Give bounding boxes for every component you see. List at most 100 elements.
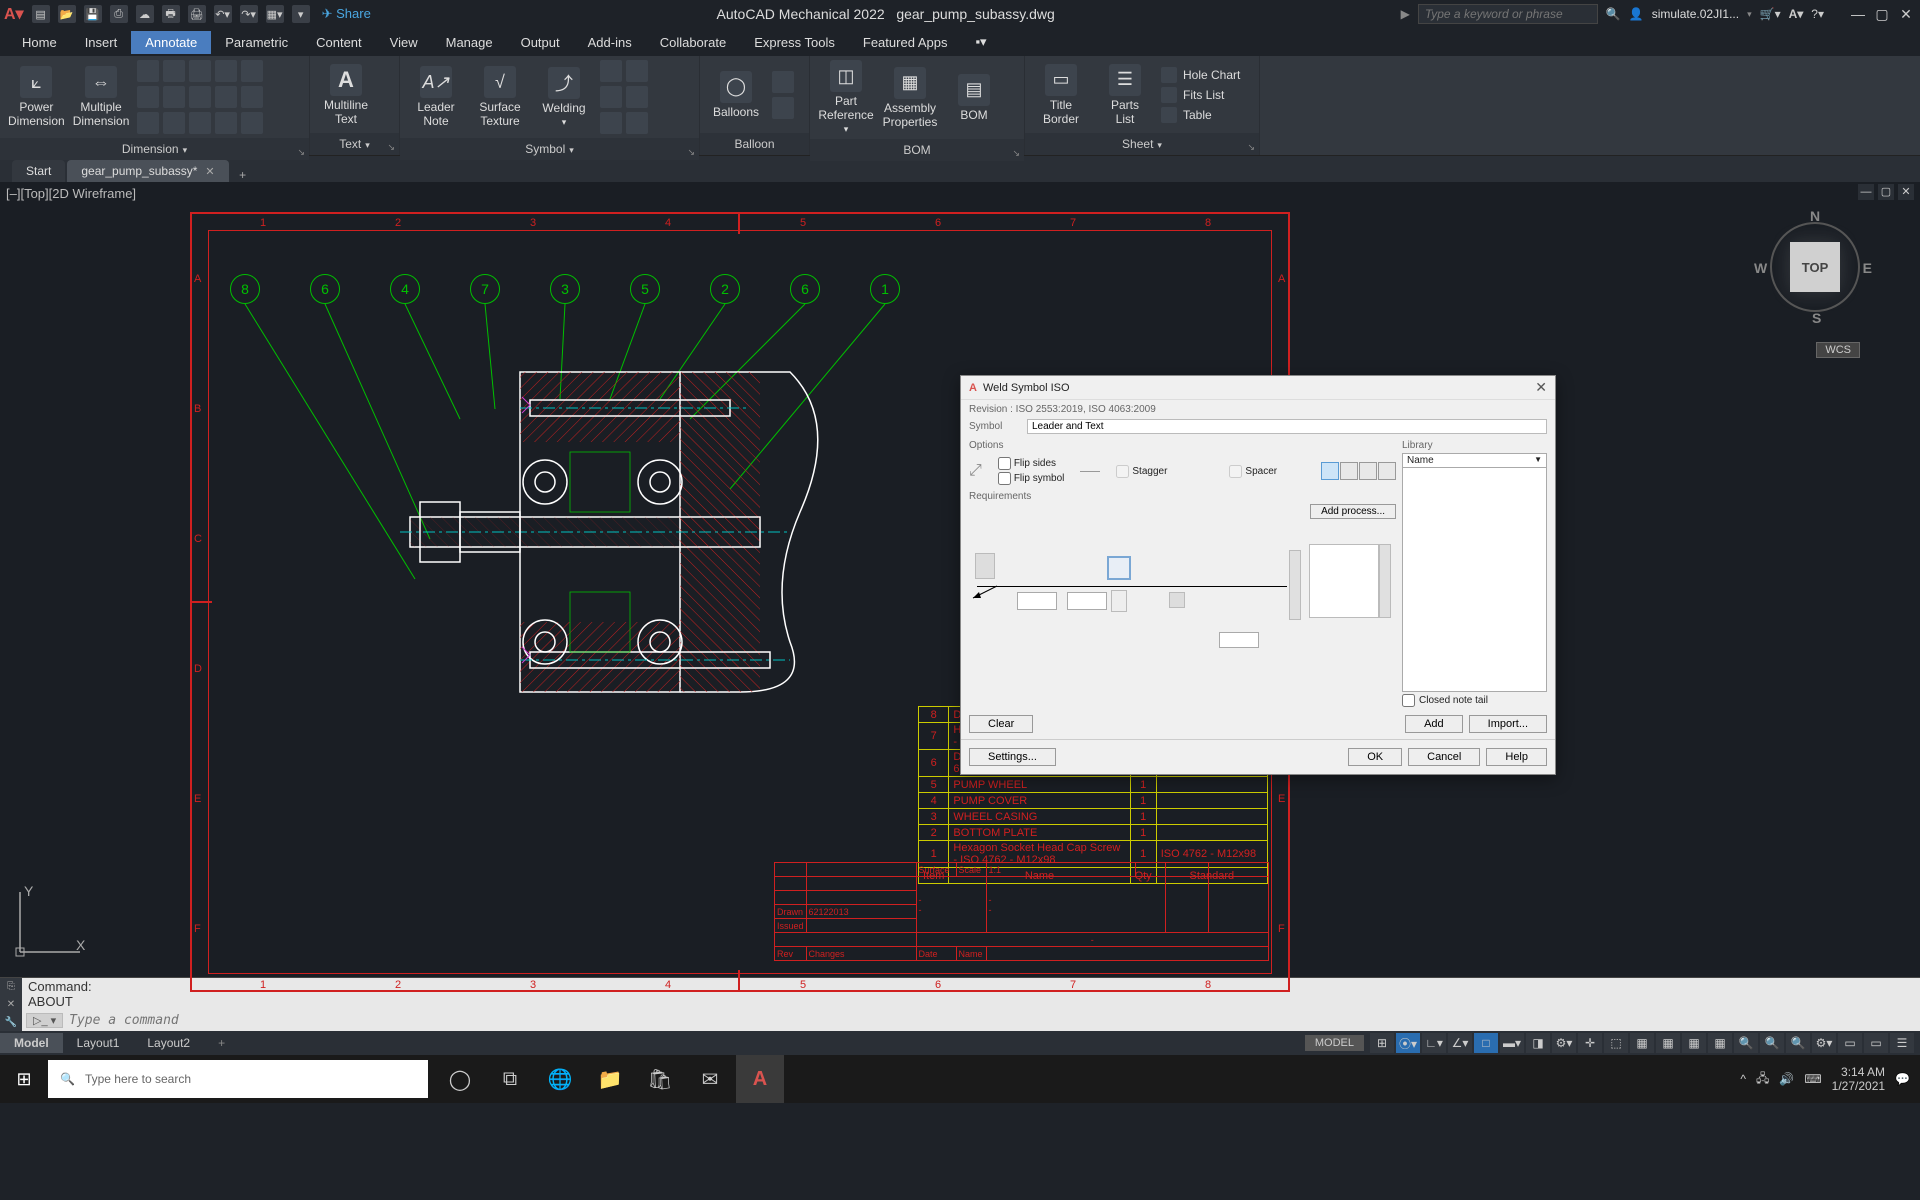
viewcube[interactable]: N S E W TOP <box>1750 202 1880 332</box>
panel-title-text[interactable]: Text <box>339 137 370 151</box>
panel-title-bom[interactable]: BOM <box>903 143 930 157</box>
ident-icon[interactable] <box>1359 462 1377 480</box>
infocenter-play-icon[interactable]: ▶ <box>1401 7 1410 21</box>
dim-tool-icon[interactable] <box>215 112 237 134</box>
tab-featuredapps[interactable]: Featured Apps <box>849 31 962 54</box>
vp-close-icon[interactable]: ✕ <box>1898 184 1914 200</box>
balloon-item[interactable]: 1 <box>870 274 900 304</box>
balloon-item[interactable]: 7 <box>470 274 500 304</box>
qat-save-icon[interactable]: 💾 <box>84 5 102 23</box>
symbol-tool-icon[interactable] <box>600 86 622 108</box>
tray-network-icon[interactable]: 🖧 <box>1756 1069 1769 1090</box>
qat-print-icon[interactable]: 🖨 <box>188 5 206 23</box>
symbol-tool-icon[interactable] <box>626 60 648 82</box>
edge-icon[interactable]: 🌐 <box>536 1055 584 1103</box>
add-button[interactable]: Add <box>1405 715 1463 733</box>
infocenter-search-input[interactable] <box>1418 4 1598 24</box>
status-annovis-icon[interactable]: 🔍 <box>1786 1033 1810 1053</box>
stagger-checkbox[interactable]: Stagger <box>1116 465 1167 478</box>
mail-icon[interactable]: ✉ <box>686 1055 734 1103</box>
dim-tool-icon[interactable] <box>163 60 185 82</box>
multiline-text-button[interactable]: AMultiline Text <box>318 64 374 126</box>
cortana-icon[interactable]: ◯ <box>436 1055 484 1103</box>
panel-launcher-icon[interactable]: ↘ <box>297 141 305 163</box>
panel-launcher-icon[interactable]: ↘ <box>1012 142 1020 164</box>
doctab-file[interactable]: gear_pump_subassy*✕ <box>67 160 228 182</box>
power-dimension-button[interactable]: ⟀Power Dimension <box>8 66 65 128</box>
balloon-item[interactable]: 3 <box>550 274 580 304</box>
symbol-tool-icon[interactable] <box>626 86 648 108</box>
tray-volume-icon[interactable]: 🔊 <box>1779 1072 1794 1086</box>
part-reference-button[interactable]: ◫Part Reference▾ <box>818 60 874 135</box>
status-model-badge[interactable]: MODEL <box>1305 1035 1364 1051</box>
panel-launcher-icon[interactable]: ↘ <box>387 136 395 158</box>
bom-button[interactable]: ▤BOM <box>946 74 1002 122</box>
status-workspace-icon[interactable]: ⚙▾ <box>1812 1033 1836 1053</box>
qat-web-icon[interactable]: ☁ <box>136 5 154 23</box>
cmd-close-icon[interactable]: ✕ <box>7 999 15 1010</box>
ident-icon[interactable] <box>1340 462 1358 480</box>
status-transparency-icon[interactable]: ◨ <box>1526 1033 1550 1053</box>
tab-expresstools[interactable]: Express Tools <box>740 31 849 54</box>
weld-symbol-slot[interactable] <box>1107 556 1131 580</box>
status-tile2-icon[interactable]: ▦ <box>1656 1033 1680 1053</box>
help-button[interactable]: Help <box>1486 748 1547 766</box>
tab-collaborate[interactable]: Collaborate <box>646 31 741 54</box>
vp-minimize-icon[interactable]: — <box>1858 184 1874 200</box>
flip-sides-checkbox[interactable]: Flip sides <box>998 457 1065 470</box>
account-name[interactable]: simulate.02JI1... <box>1652 7 1739 21</box>
spacer-checkbox[interactable]: Spacer <box>1229 465 1277 478</box>
symbol-tool-icon[interactable] <box>626 112 648 134</box>
cmd-customize-icon[interactable]: 🔧 <box>5 1017 17 1028</box>
req-scrollbar[interactable] <box>1289 550 1301 620</box>
dialog-close-icon[interactable]: ✕ <box>1535 379 1547 396</box>
import-button[interactable]: Import... <box>1469 715 1547 733</box>
dim-tool-icon[interactable] <box>189 86 211 108</box>
ident-icon[interactable] <box>1378 462 1396 480</box>
tab-content[interactable]: Content <box>302 31 376 54</box>
explorer-icon[interactable]: 📁 <box>586 1055 634 1103</box>
status-tile-icon[interactable]: ▦ <box>1630 1033 1654 1053</box>
search-icon[interactable]: 🔍 <box>1606 7 1621 21</box>
dim-tool-icon[interactable] <box>215 60 237 82</box>
multiple-dimension-button[interactable]: ⇔Multiple Dimension <box>73 66 130 128</box>
status-clean-icon[interactable]: ▭ <box>1864 1033 1888 1053</box>
panel-launcher-icon[interactable]: ↘ <box>1247 136 1255 158</box>
dim-tool-icon[interactable] <box>189 60 211 82</box>
tray-ime-icon[interactable]: ⌨ <box>1804 1072 1821 1086</box>
ok-button[interactable]: OK <box>1348 748 1402 766</box>
command-prompt-icon[interactable]: ▷_ ▾ <box>26 1013 63 1028</box>
dim-tool-icon[interactable] <box>189 112 211 134</box>
wcs-badge[interactable]: WCS <box>1816 342 1860 358</box>
tray-chevron-icon[interactable]: ^ <box>1740 1072 1746 1086</box>
start-button[interactable]: ⊞ <box>0 1069 48 1090</box>
balloon-item[interactable]: 4 <box>390 274 420 304</box>
layouttab-2[interactable]: Layout2 <box>133 1033 204 1053</box>
table-button[interactable]: Table <box>1161 107 1240 123</box>
note-scrollbar[interactable] <box>1379 544 1391 618</box>
compass-w[interactable]: W <box>1754 260 1767 276</box>
close-icon[interactable]: ✕ <box>1896 6 1916 23</box>
tail-combo[interactable] <box>1219 632 1259 648</box>
status-tile4-icon[interactable]: ▦ <box>1708 1033 1732 1053</box>
panel-title-balloon[interactable]: Balloon <box>734 137 774 151</box>
doctab-start[interactable]: Start <box>12 160 65 182</box>
balloon-item[interactable]: 2 <box>710 274 740 304</box>
tab-manage[interactable]: Manage <box>432 31 507 54</box>
qat-layers-icon[interactable]: ▦▾ <box>266 5 284 23</box>
viewcube-face[interactable]: TOP <box>1790 242 1840 292</box>
status-annoscale-icon[interactable]: 🔍 <box>1760 1033 1784 1053</box>
share-button[interactable]: ✈ Share <box>322 6 371 22</box>
qat-open-icon[interactable]: 📂 <box>58 5 76 23</box>
balloon-tool-icon[interactable] <box>772 97 794 119</box>
finish-toggle[interactable] <box>1169 592 1185 608</box>
tab-annotate[interactable]: Annotate <box>131 31 211 54</box>
welding-button[interactable]: ⤴Welding▾ <box>536 67 592 128</box>
leader-glyph-icon[interactable]: ⤢ <box>969 462 982 480</box>
dim-tool-icon[interactable] <box>241 60 263 82</box>
cancel-button[interactable]: Cancel <box>1408 748 1480 766</box>
dim-tool-icon[interactable] <box>137 112 159 134</box>
panel-title-symbol[interactable]: Symbol <box>525 142 574 156</box>
cart-icon[interactable]: 🛒▾ <box>1760 7 1781 21</box>
panel-launcher-icon[interactable]: ↘ <box>687 141 695 163</box>
